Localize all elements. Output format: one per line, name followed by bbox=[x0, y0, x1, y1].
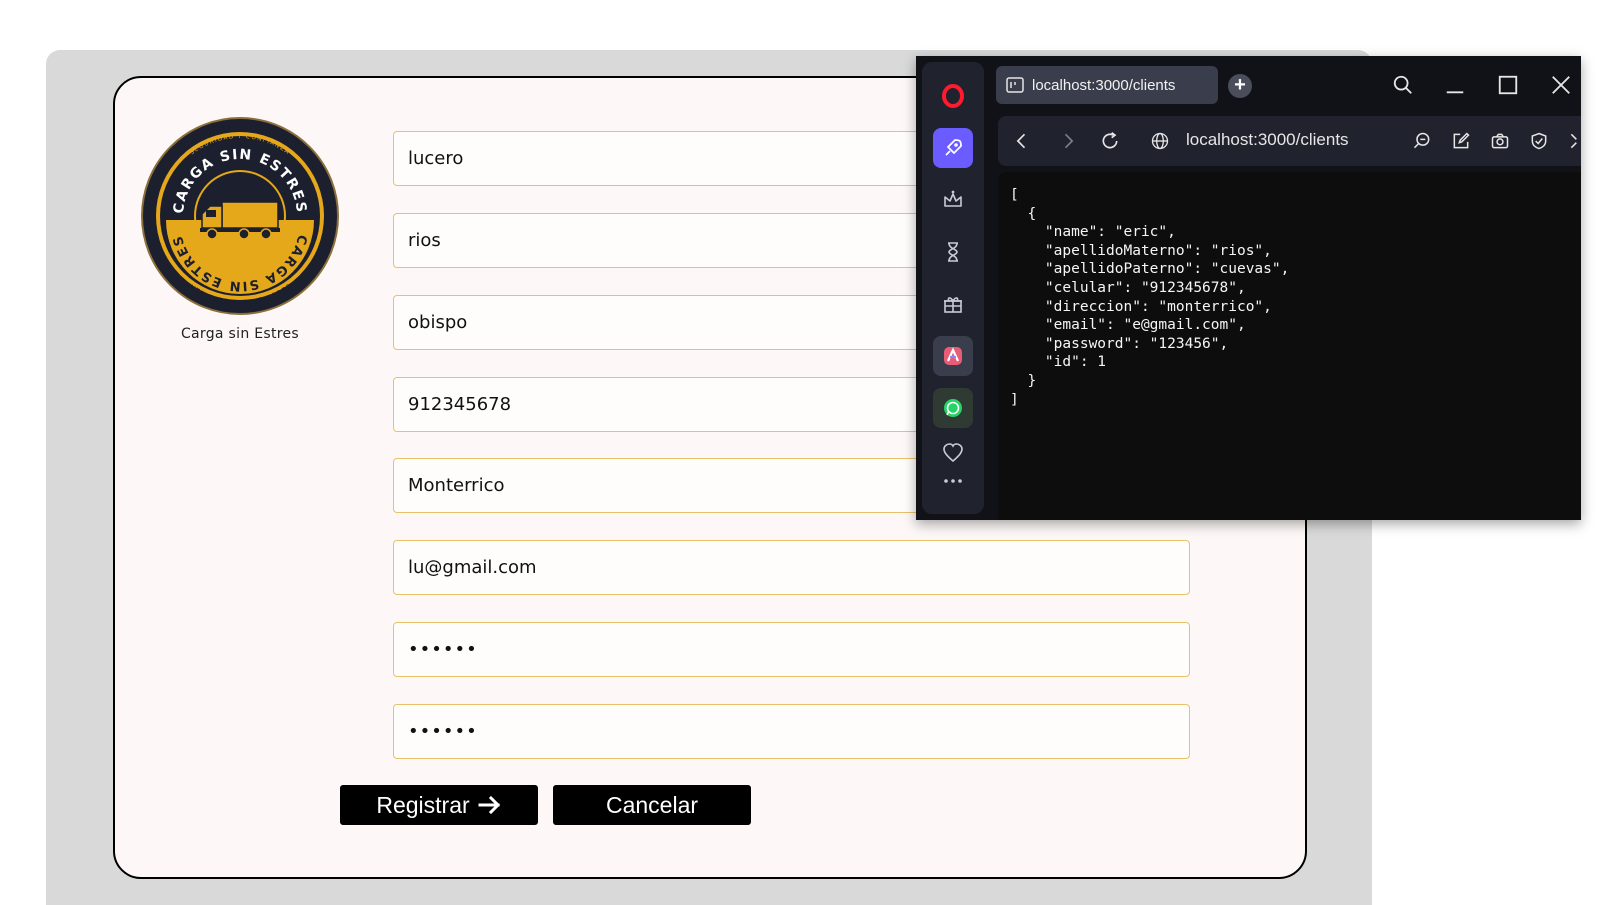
brand-logo: SEGURIDAD Y CONFIANZA SEGURIDAD Y CONFIA… bbox=[140, 116, 340, 342]
browser-sidebar bbox=[922, 62, 984, 514]
find-in-page-icon[interactable] bbox=[1408, 127, 1436, 155]
minimize-icon[interactable] bbox=[1440, 70, 1470, 100]
more-icon[interactable] bbox=[933, 466, 973, 496]
shield-icon[interactable] bbox=[1525, 127, 1553, 155]
logo-caption: Carga sin Estres bbox=[180, 326, 300, 342]
aria-icon[interactable] bbox=[933, 336, 973, 376]
page-icon bbox=[1006, 77, 1024, 93]
hourglass-icon[interactable] bbox=[933, 232, 973, 272]
crown-icon[interactable] bbox=[933, 180, 973, 220]
url-field[interactable]: localhost:3000/clients bbox=[1186, 130, 1349, 150]
opera-logo-icon[interactable] bbox=[933, 76, 973, 116]
tab-clients[interactable]: localhost:3000/clients bbox=[996, 66, 1218, 104]
tab-bar: localhost:3000/clients + bbox=[990, 56, 1581, 112]
camera-icon[interactable] bbox=[1486, 127, 1514, 155]
password-input[interactable] bbox=[393, 622, 1190, 677]
reload-icon[interactable] bbox=[1096, 127, 1124, 155]
search-icon[interactable] bbox=[1388, 70, 1418, 100]
cancel-button[interactable]: Cancelar bbox=[553, 785, 751, 825]
confirm-password-input[interactable] bbox=[393, 704, 1190, 759]
json-viewer: [ { "name": "eric", "apellidoMaterno": "… bbox=[998, 172, 1581, 520]
forward-icon[interactable] bbox=[1054, 127, 1082, 155]
rocket-icon[interactable] bbox=[933, 128, 973, 168]
back-icon[interactable] bbox=[1008, 127, 1036, 155]
arrow-right-icon bbox=[478, 795, 500, 815]
browser-window: localhost:3000/clients + localhost:3000/… bbox=[916, 56, 1581, 520]
json-text: [ { "name": "eric", "apellidoMaterno": "… bbox=[1010, 187, 1290, 408]
address-bar: localhost:3000/clients bbox=[998, 116, 1581, 166]
whatsapp-icon[interactable] bbox=[933, 388, 973, 428]
extensions-icon[interactable] bbox=[1564, 127, 1581, 155]
maximize-icon[interactable] bbox=[1493, 70, 1523, 100]
heart-icon[interactable] bbox=[933, 438, 973, 468]
globe-icon bbox=[1146, 127, 1174, 155]
new-tab-button[interactable]: + bbox=[1228, 74, 1252, 98]
close-icon[interactable] bbox=[1546, 70, 1576, 100]
edit-icon[interactable] bbox=[1447, 127, 1475, 155]
register-button-label: Registrar bbox=[376, 791, 470, 818]
email-input[interactable] bbox=[393, 540, 1190, 595]
carga-sin-estres-logo: SEGURIDAD Y CONFIANZA SEGURIDAD Y CONFIA… bbox=[141, 117, 339, 315]
tab-title: localhost:3000/clients bbox=[1032, 76, 1176, 94]
register-button[interactable]: Registrar bbox=[340, 785, 538, 825]
gift-icon[interactable] bbox=[933, 284, 973, 324]
